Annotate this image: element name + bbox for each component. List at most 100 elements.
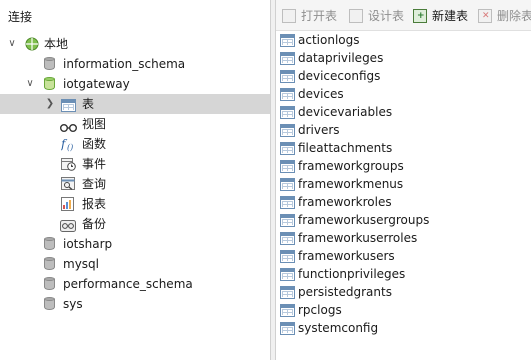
tree-database-information-schema[interactable]: information_schema xyxy=(0,54,270,74)
table-name: devicevariables xyxy=(298,105,393,119)
database-icon xyxy=(44,57,58,71)
table-icon xyxy=(280,304,295,317)
connection-tree: ∨ 本地 information_schema ∨ iotgateway ❯ 表 xyxy=(0,34,270,314)
table-icon xyxy=(280,196,295,209)
table-name: fileattachments xyxy=(298,141,393,155)
object-label: 备份 xyxy=(82,217,107,231)
database-label: iotsharp xyxy=(63,237,113,251)
tree-database-sys[interactable]: sys xyxy=(0,294,270,314)
tree-object-functions[interactable]: f () 函数 xyxy=(0,134,270,154)
table-row[interactable]: frameworkusers xyxy=(276,247,531,265)
table-name: frameworkmenus xyxy=(298,177,404,191)
design-table-label: 设计表 xyxy=(368,9,405,23)
table-row[interactable]: frameworkuserroles xyxy=(276,229,531,247)
tree-database-iotgateway[interactable]: ∨ iotgateway xyxy=(0,74,270,94)
table-icon xyxy=(280,232,295,245)
tree-database-performance-schema[interactable]: performance_schema xyxy=(0,274,270,294)
object-toolbar: 打开表 设计表 + 新建表 ✕ 删除表 xyxy=(276,0,531,31)
new-table-icon: + xyxy=(413,9,427,23)
table-icon xyxy=(280,268,295,281)
table-icon xyxy=(280,106,295,119)
table-name: functionprivileges xyxy=(298,267,406,281)
new-table-label: 新建表 xyxy=(432,9,469,23)
table-icon xyxy=(280,214,295,227)
chevron-down-icon[interactable]: ∨ xyxy=(24,74,36,94)
database-label: sys xyxy=(63,297,83,311)
table-row[interactable]: frameworkroles xyxy=(276,193,531,211)
tree-object-events[interactable]: 事件 xyxy=(0,154,270,174)
tree-object-backups[interactable]: 备份 xyxy=(0,214,270,234)
chevron-down-icon[interactable]: ∨ xyxy=(6,34,18,54)
table-name: actionlogs xyxy=(298,33,360,47)
delete-table-label: 删除表 xyxy=(497,9,531,23)
table-name: frameworkuserroles xyxy=(298,231,418,245)
table-name: frameworkusergroups xyxy=(298,213,430,227)
tree-object-tables[interactable]: ❯ 表 xyxy=(0,94,270,114)
tree-object-reports[interactable]: 报表 xyxy=(0,194,270,214)
table-row[interactable]: frameworkgroups xyxy=(276,157,531,175)
open-table-label: 打开表 xyxy=(301,9,338,23)
chevron-right-icon[interactable]: ❯ xyxy=(44,94,56,114)
table-row[interactable]: deviceconfigs xyxy=(276,67,531,85)
database-open-icon xyxy=(44,77,58,91)
database-label: iotgateway xyxy=(63,77,130,91)
report-icon xyxy=(61,197,75,211)
table-row[interactable]: drivers xyxy=(276,121,531,139)
table-icon xyxy=(280,160,295,173)
table-row[interactable]: devices xyxy=(276,85,531,103)
navigation-title: 连接 xyxy=(8,10,33,24)
database-label: mysql xyxy=(63,257,99,271)
query-icon xyxy=(61,177,75,191)
object-label: 查询 xyxy=(82,177,107,191)
table-name: dataprivileges xyxy=(298,51,384,65)
object-label: 视图 xyxy=(82,117,107,131)
navigation-header: 连接 xyxy=(0,0,270,31)
object-pane: 打开表 设计表 + 新建表 ✕ 删除表 actionlogs dataprivil… xyxy=(276,0,531,360)
table-list: actionlogs dataprivileges deviceconfigs dev… xyxy=(276,31,531,337)
svg-text:(): () xyxy=(67,143,73,152)
table-icon xyxy=(280,124,295,137)
tree-database-mysql[interactable]: mysql xyxy=(0,254,270,274)
table-row[interactable]: devicevariables xyxy=(276,103,531,121)
table-name: frameworkroles xyxy=(298,195,392,209)
table-icon xyxy=(61,98,76,112)
table-row[interactable]: actionlogs xyxy=(276,31,531,49)
table-name: deviceconfigs xyxy=(298,69,381,83)
table-icon xyxy=(280,142,295,155)
function-icon: f () xyxy=(60,136,77,152)
table-row[interactable]: dataprivileges xyxy=(276,49,531,67)
design-table-icon xyxy=(349,9,363,23)
table-row[interactable]: functionprivileges xyxy=(276,265,531,283)
table-row[interactable]: rpclogs xyxy=(276,301,531,319)
table-name: frameworkgroups xyxy=(298,159,404,173)
table-icon xyxy=(280,322,295,335)
database-icon xyxy=(44,277,58,291)
connection-label: 本地 xyxy=(44,37,69,51)
table-icon xyxy=(280,88,295,101)
table-name: persistedgrants xyxy=(298,285,392,299)
tree-object-queries[interactable]: 查询 xyxy=(0,174,270,194)
database-icon xyxy=(44,237,58,251)
table-name: frameworkusers xyxy=(298,249,395,263)
tree-database-iotsharp[interactable]: iotsharp xyxy=(0,234,270,254)
table-icon xyxy=(280,34,295,47)
object-label: 表 xyxy=(82,97,95,111)
table-row[interactable]: persistedgrants xyxy=(276,283,531,301)
tree-object-views[interactable]: 视图 xyxy=(0,114,270,134)
database-icon xyxy=(44,297,58,311)
connection-icon xyxy=(24,37,39,51)
event-clock-icon xyxy=(61,157,76,171)
table-row[interactable]: frameworkmenus xyxy=(276,175,531,193)
database-label: information_schema xyxy=(63,57,186,71)
table-row[interactable]: frameworkusergroups xyxy=(276,211,531,229)
table-icon xyxy=(280,52,295,65)
database-label: performance_schema xyxy=(63,277,193,291)
object-label: 事件 xyxy=(82,157,107,171)
table-icon xyxy=(280,70,295,83)
table-name: systemconfig xyxy=(298,321,379,335)
table-row[interactable]: fileattachments xyxy=(276,139,531,157)
table-icon xyxy=(280,286,295,299)
table-row[interactable]: systemconfig xyxy=(276,319,531,337)
tree-connection-local[interactable]: ∨ 本地 xyxy=(0,34,270,54)
backup-icon xyxy=(60,218,76,232)
